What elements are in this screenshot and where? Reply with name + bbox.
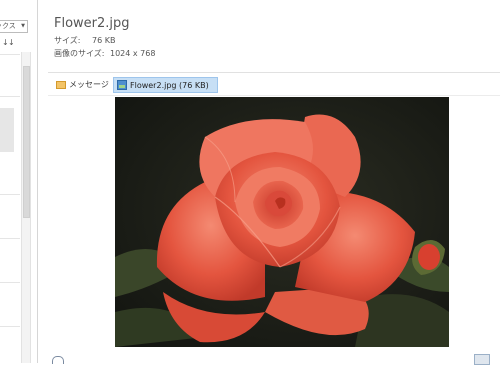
list-item-divider xyxy=(0,282,20,283)
attachment-chip-label: Flower2.jpg (76 KB) xyxy=(130,80,209,90)
message-tab-label: メッセージ xyxy=(69,80,109,89)
attachment-title: Flower2.jpg xyxy=(54,16,130,31)
list-item-divider xyxy=(0,194,20,195)
header-divider xyxy=(48,72,500,73)
file-size-row: サイズ: 76 KB xyxy=(54,35,115,46)
envelope-icon xyxy=(56,80,66,89)
image-dimensions-label: 画像のサイズ: xyxy=(54,49,105,58)
list-item-selected[interactable] xyxy=(0,108,14,152)
attachment-image-preview xyxy=(115,97,449,347)
image-dimensions-value: 1024 x 768 xyxy=(110,49,156,58)
sort-order-icon[interactable]: ↓ xyxy=(8,38,15,47)
list-item-divider xyxy=(0,96,20,97)
rose-image xyxy=(115,97,449,347)
zoom-control-icon[interactable] xyxy=(474,354,490,365)
file-size-value: 76 KB xyxy=(92,36,116,45)
scrollbar-thumb[interactable] xyxy=(23,66,30,218)
list-item-divider xyxy=(0,238,20,239)
list-item-divider xyxy=(0,326,20,327)
message-tab[interactable]: メッセージ xyxy=(56,79,109,90)
chevron-down-icon: ▼ xyxy=(21,23,25,29)
sort-dropdown[interactable]: ックス ▼ xyxy=(0,20,28,33)
message-list-pane: ックス ▼ ↓ ↓ xyxy=(0,0,38,363)
attachment-chip[interactable]: Flower2.jpg (76 KB) xyxy=(113,77,218,93)
list-scrollbar[interactable] xyxy=(21,52,31,363)
file-size-label: サイズ: xyxy=(54,36,81,45)
attachment-strip-divider xyxy=(48,95,500,96)
image-file-icon xyxy=(117,80,127,90)
list-item-divider xyxy=(0,54,20,55)
image-dimensions-row: 画像のサイズ: 1024 x 768 xyxy=(54,48,155,59)
sort-dropdown-label: ックス xyxy=(0,22,16,30)
